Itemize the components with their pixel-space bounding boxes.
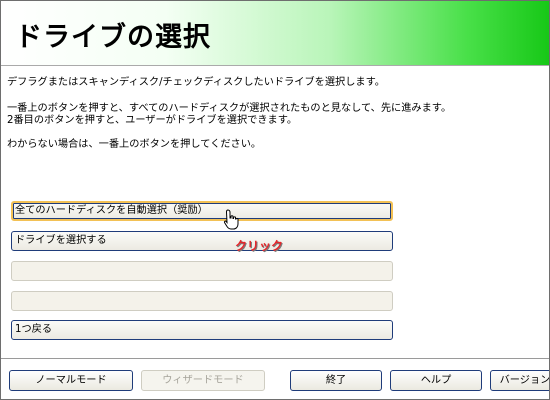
- click-annotation: クリック: [235, 239, 284, 253]
- hand-cursor-icon: [223, 209, 239, 230]
- instruction-text-3: 2番目のボタンを押すと、ユーザーがドライブを選択できます。: [7, 115, 298, 126]
- empty-option-button-1: [11, 261, 393, 281]
- page-title: ドライブの選択: [15, 22, 211, 53]
- exit-button[interactable]: 終了: [290, 370, 382, 391]
- normal-mode-button[interactable]: ノーマルモード: [9, 370, 133, 391]
- instruction-text-1: デフラグまたはスキャンディスク/チェックディスクしたいドライブを選択します。: [7, 77, 385, 88]
- help-button[interactable]: ヘルプ: [390, 370, 482, 391]
- select-drive-button[interactable]: ドライブを選択する: [11, 231, 393, 251]
- instruction-text-4: わからない場合は、一番上のボタンを押してください。: [7, 139, 262, 150]
- version-button[interactable]: バージョン: [490, 370, 549, 391]
- footer-divider: [1, 358, 549, 359]
- back-button[interactable]: 1つ戻る: [11, 320, 393, 340]
- window: ドライブの選択 デフラグまたはスキャンディスク/チェックディスクしたいドライブを…: [0, 0, 550, 400]
- instruction-text-2: 一番上のボタンを押すと、すべてのハードディスクが選択されたものと見なして、先に進…: [7, 103, 452, 114]
- empty-option-button-2: [11, 291, 393, 311]
- wizard-mode-button: ウィザードモード: [141, 370, 265, 391]
- header-banner: ドライブの選択: [1, 1, 549, 65]
- auto-select-all-button[interactable]: 全てのハードディスクを自動選択（奨励）: [11, 201, 393, 221]
- header-divider: [1, 65, 549, 66]
